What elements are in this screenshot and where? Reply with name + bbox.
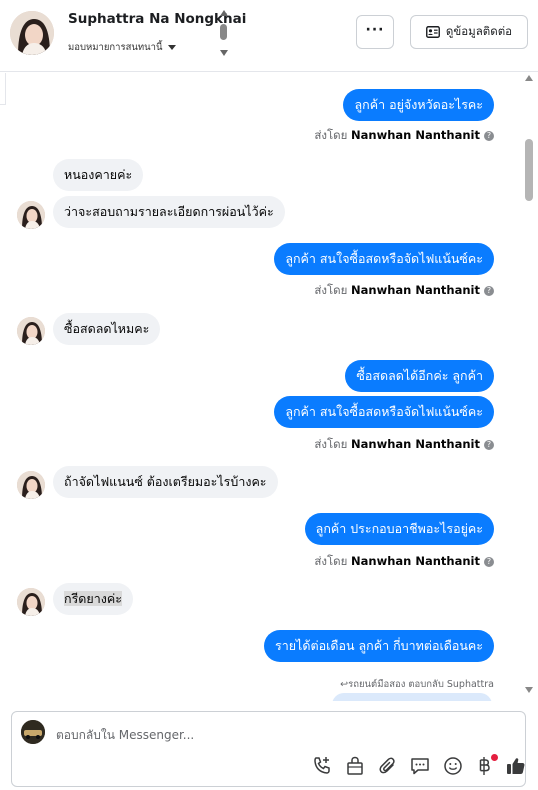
emoji-icon[interactable] <box>441 754 465 778</box>
message-composer: ตอบกลับใน Messenger... <box>11 711 526 787</box>
message-outgoing[interactable]: ลูกค้า อยู่จังหวัดอะไรคะ <box>343 89 494 121</box>
message-outgoing[interactable]: ลูกค้า สนใจซื้อสดหรือจัดไฟแน้นซ์คะ <box>274 396 494 428</box>
message-input[interactable]: ตอบกลับใน Messenger... <box>56 726 194 745</box>
panel-edge <box>0 73 6 105</box>
header-scrollbar[interactable] <box>218 10 230 56</box>
add-call-icon[interactable] <box>310 754 334 778</box>
sent-by-prefix: ส่งโดย <box>314 554 348 568</box>
sent-by-label: ส่งโดย Nanwhan Nanthanit? <box>314 282 494 300</box>
message-outgoing[interactable]: ซื้อสดลดได้อีกค่ะ ลูกค้า <box>345 360 494 392</box>
help-icon[interactable]: ? <box>484 130 494 141</box>
highlighted-text: กรีดยางค่ะ <box>64 591 122 606</box>
quoted-message-preview[interactable] <box>332 693 492 701</box>
conversation-header: Suphattra Na Nongkhai มอบหมายการสนทนานี้… <box>0 0 538 72</box>
more-label: ··· <box>365 22 385 38</box>
sender-name: Nanwhan Nanthanit <box>351 437 480 451</box>
contact-card-icon <box>425 26 440 38</box>
help-icon[interactable]: ? <box>484 285 494 296</box>
scroll-thumb[interactable] <box>220 24 227 40</box>
assign-label: มอบหมายการสนทนานี้ <box>68 42 163 53</box>
reply-indicator: ↩รถยนต์มือสอง ตอบกลับ Suphattra <box>340 677 494 692</box>
more-options-button[interactable]: ··· <box>356 15 394 49</box>
message-outgoing[interactable]: ลูกค้า สนใจซื้อสดหรือจัดไฟแน้นซ์คะ <box>274 243 494 275</box>
composer-toolbar <box>302 754 525 780</box>
scroll-down-icon[interactable] <box>525 687 533 693</box>
assign-conversation-dropdown[interactable]: มอบหมายการสนทนานี้ <box>68 40 176 55</box>
message-outgoing[interactable]: ลูกค้า ประกอบอาชีพอะไรอยู่คะ <box>304 513 494 545</box>
sent-by-label: ส่งโดย Nanwhan Nanthanit? <box>314 553 494 571</box>
caret-down-icon <box>167 45 176 50</box>
message-incoming[interactable]: หนองคายค่ะ <box>53 159 144 191</box>
notification-dot <box>491 754 498 761</box>
page-avatar <box>21 720 45 744</box>
paperclip-icon[interactable] <box>376 754 400 778</box>
contact-avatar-small <box>17 588 45 616</box>
gift-bag-icon[interactable] <box>343 754 367 778</box>
message-incoming[interactable]: ถ้าจัดไฟแนนซ์ ต้องเตรียมอะไรบ้างคะ <box>53 466 278 498</box>
scroll-thumb[interactable] <box>525 139 533 201</box>
message-incoming[interactable]: กรีดยางค่ะ <box>53 583 133 615</box>
sender-name: Nanwhan Nanthanit <box>351 283 480 297</box>
thread-scrollbar[interactable] <box>523 73 537 701</box>
message-outgoing[interactable]: รายได้ต่อเดือน ลูกค้า กี่บาทต่อเดือนคะ <box>264 630 494 662</box>
contact-avatar-small <box>17 471 45 499</box>
reply-arrow-icon: ↩ <box>340 679 349 690</box>
scroll-up-icon[interactable] <box>220 10 228 16</box>
like-icon[interactable] <box>504 754 528 778</box>
sent-by-label: ส่งโดย Nanwhan Nanthanit? <box>314 127 494 145</box>
quick-reply-icon[interactable] <box>408 754 432 778</box>
scroll-down-icon[interactable] <box>220 50 228 56</box>
scroll-up-icon[interactable] <box>525 75 533 81</box>
view-contact-label: ดูข้อมูลติดต่อ <box>445 24 513 38</box>
view-contact-button[interactable]: ดูข้อมูลติดต่อ <box>410 15 528 49</box>
contact-avatar-small <box>17 317 45 345</box>
message-thread[interactable]: ลูกค้า อยู่จังหวัดอะไรคะ ส่งโดย Nanwhan … <box>0 73 538 701</box>
reply-note-text: รถยนต์มือสอง ตอบกลับ Suphattra <box>348 679 494 690</box>
sent-by-label: ส่งโดย Nanwhan Nanthanit? <box>314 436 494 454</box>
message-incoming[interactable]: ว่าจะสอบถามรายละเอียดการผ่อนไว้ค่ะ <box>53 196 285 228</box>
sender-name: Nanwhan Nanthanit <box>351 128 480 142</box>
contact-avatar[interactable] <box>10 11 54 55</box>
sender-name: Nanwhan Nanthanit <box>351 554 480 568</box>
help-icon[interactable]: ? <box>484 556 494 567</box>
message-incoming[interactable]: ซื้อสดลดไหมคะ <box>53 313 161 345</box>
sent-by-prefix: ส่งโดย <box>314 283 348 297</box>
help-icon[interactable]: ? <box>484 439 494 450</box>
sent-by-prefix: ส่งโดย <box>314 128 348 142</box>
contact-avatar-small <box>17 201 45 229</box>
sent-by-prefix: ส่งโดย <box>314 437 348 451</box>
